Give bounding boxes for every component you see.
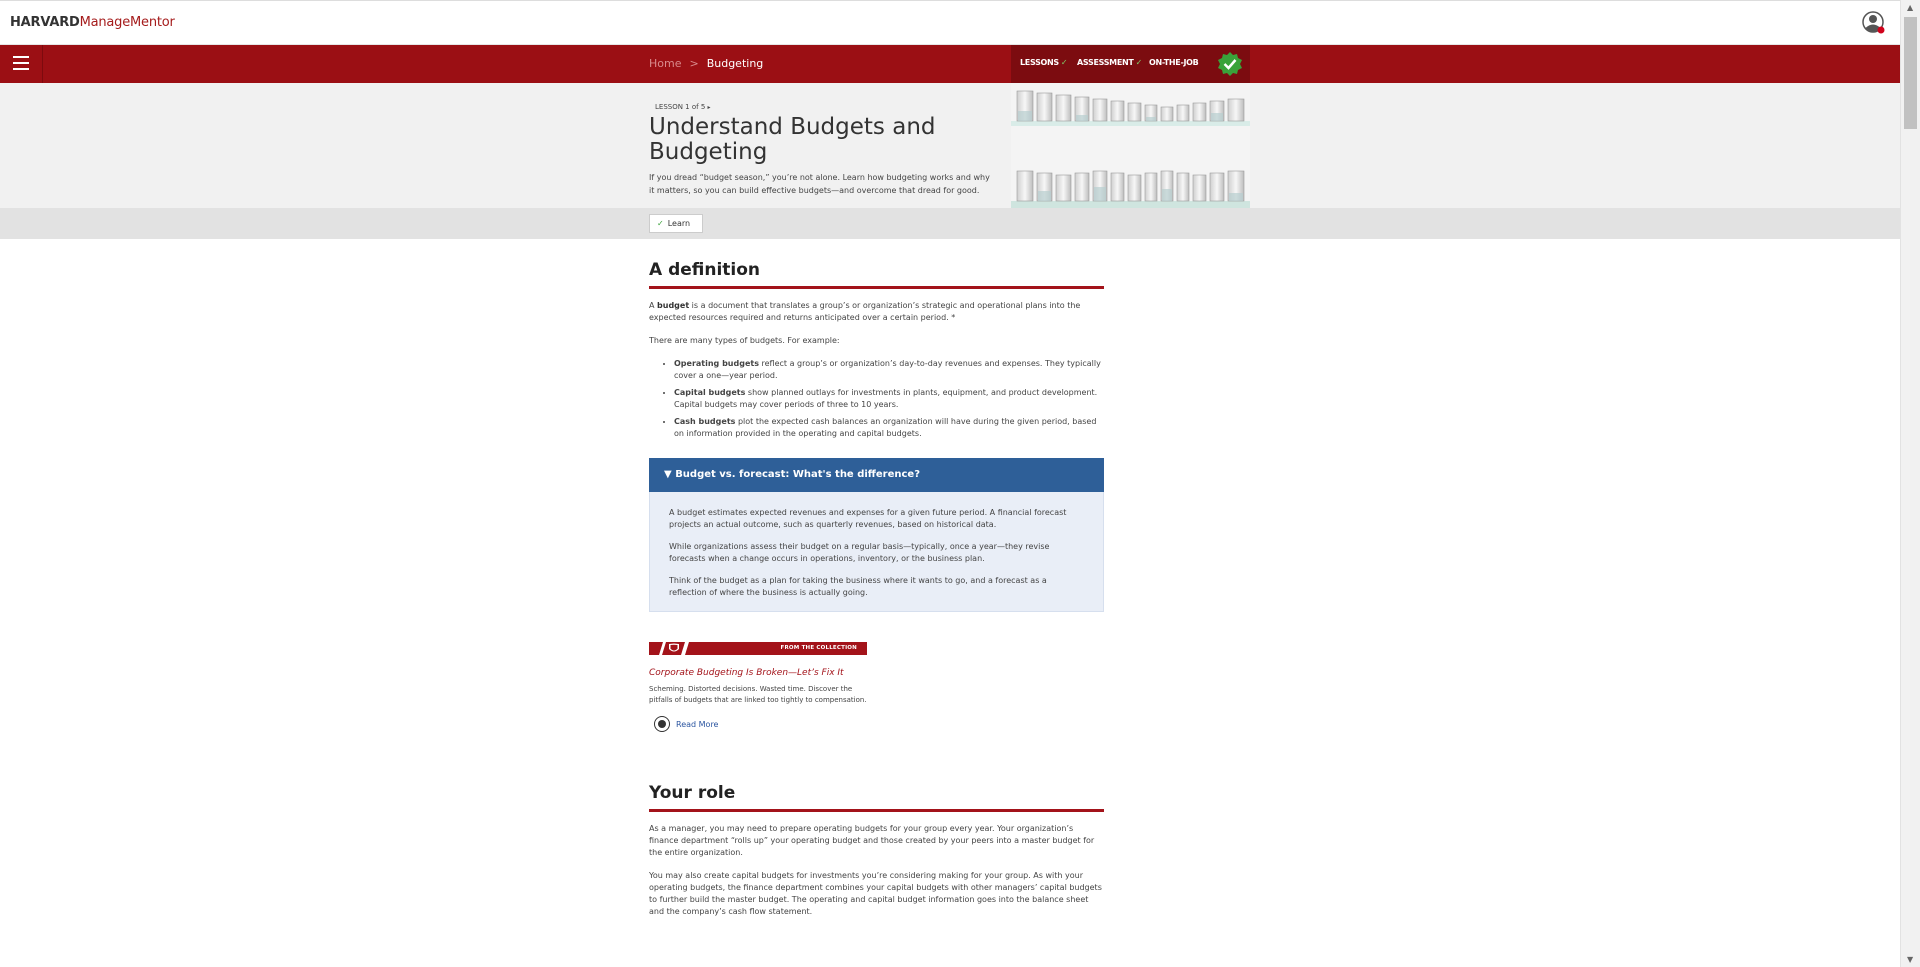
scroll-up-arrow-icon[interactable]: ▲ [1907, 3, 1913, 12]
list-item: Cash budgets plot the expected cash bala… [674, 416, 1104, 440]
logo-harvard-text: HARVARD [10, 15, 80, 30]
tab-assessment[interactable]: ASSESSMENT ✓ [1077, 58, 1142, 67]
lesson-description: If you dread “budget season,” you’re not… [649, 173, 990, 195]
accordion-paragraph: While organizations assess their budget … [669, 542, 1050, 563]
article-icon [654, 716, 670, 732]
section-heading-definition: A definition [649, 260, 1104, 289]
top-header: HARVARDManageMentor [0, 0, 1900, 45]
scroll-down-arrow-icon[interactable]: ▼ [1907, 955, 1913, 964]
role-paragraph: You may also create capital budgets for … [649, 871, 1102, 916]
lesson-counter[interactable]: LESSON 1 of 5 ▸ [655, 103, 711, 111]
collection-banner: FROM THE COLLECTION [649, 642, 867, 655]
learn-tab[interactable]: ✓ Learn [649, 214, 703, 233]
collection-description: Scheming. Distorted decisions. Wasted ti… [649, 685, 867, 704]
accordion-title: Budget vs. forecast: What's the differen… [675, 469, 921, 480]
accordion-toggle[interactable]: ▼ Budget vs. forecast: What's the differ… [649, 458, 1104, 492]
activity-strip [0, 208, 1900, 239]
vertical-scrollbar[interactable]: ▲ ▼ [1900, 0, 1920, 967]
nav-divider [42, 45, 43, 83]
section-heading-your-role: Your role [649, 783, 1104, 812]
accordion-paragraph: Think of the budget as a plan for taking… [669, 576, 1047, 597]
page-title: Understand Budgets and Budgeting [649, 114, 936, 165]
read-more-label: Read More [676, 719, 719, 729]
check-icon: ✓ [657, 219, 664, 228]
check-icon: ✓ [1135, 58, 1143, 67]
accordion-panel: A budget estimates expected revenues and… [649, 492, 1104, 612]
read-more-link[interactable]: Read More [649, 716, 1104, 732]
types-intro: There are many types of budgets. For exa… [649, 336, 840, 345]
tab-lessons[interactable]: LESSONS ✓ [1020, 58, 1068, 67]
completion-badge-icon [1218, 52, 1242, 76]
budget-types-list: Operating budgets reflect a group’s or o… [674, 358, 1104, 440]
tab-on-the-job[interactable]: ON-THE-JOB [1149, 58, 1199, 67]
breadcrumb-home-link[interactable]: Home [649, 57, 681, 70]
breadcrumb-current: Budgeting [706, 57, 764, 70]
user-profile-icon[interactable] [1862, 11, 1886, 35]
hero-image [1011, 83, 1250, 208]
accordion-paragraph: A budget estimates expected revenues and… [669, 508, 1067, 529]
triangle-down-icon: ▼ [664, 469, 672, 480]
breadcrumb: Home > Budgeting [649, 57, 763, 70]
brand-logo[interactable]: HARVARDManageMentor [10, 15, 175, 30]
lesson-content: A definition A budget is a document that… [649, 260, 1104, 929]
scrollbar-thumb[interactable] [1904, 17, 1917, 129]
collection-banner-text: FROM THE COLLECTION [780, 645, 857, 651]
collection-article-link[interactable]: Corporate Budgeting Is Broken—Let’s Fix … [649, 668, 1104, 678]
check-icon: ✓ [1060, 58, 1068, 67]
logo-product-text: ManageMentor [79, 15, 175, 30]
definition-paragraph: A budget is a document that translates a… [649, 301, 1081, 322]
menu-icon[interactable] [13, 56, 29, 70]
list-item: Operating budgets reflect a group’s or o… [674, 358, 1104, 382]
role-paragraph: As a manager, you may need to prepare op… [649, 824, 1095, 857]
lesson-tabs: LESSONS ✓ ASSESSMENT ✓ ON-THE-JOB [1011, 45, 1250, 83]
list-item: Capital budgets show planned outlays for… [674, 387, 1104, 411]
main-nav: Home > Budgeting LESSONS ✓ ASSESSMENT ✓ ON-T… [0, 45, 1900, 83]
learn-tab-label: Learn [667, 219, 691, 228]
breadcrumb-separator: > [689, 57, 699, 70]
